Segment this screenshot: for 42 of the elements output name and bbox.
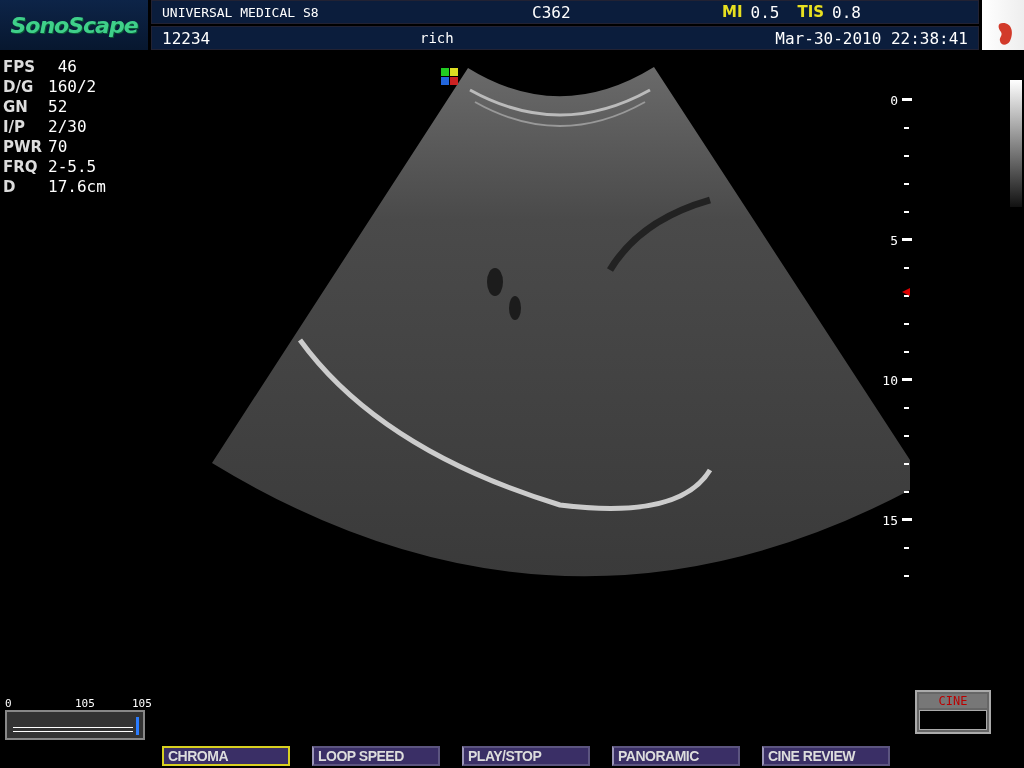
- parameter-value: 17.6cm: [48, 178, 106, 196]
- parameter-label: D/G: [3, 78, 35, 96]
- softkey-button[interactable]: CINE REVIEW: [762, 746, 890, 766]
- parameter-label: I/P: [3, 118, 27, 136]
- tis-value: 0.8: [832, 2, 861, 22]
- parameter-value: 160/2: [48, 78, 98, 96]
- operator-name: rich: [420, 30, 455, 46]
- probe-name: C362: [532, 2, 572, 22]
- softkey-button[interactable]: LOOP SPEED: [312, 746, 440, 766]
- depth-label: 5: [890, 233, 898, 248]
- slider-scale-label: 105: [132, 698, 152, 710]
- cine-display: [919, 710, 987, 730]
- focus-marker-icon: [902, 288, 910, 296]
- depth-label: 0: [890, 93, 898, 108]
- parameter-label: GN: [3, 98, 29, 116]
- depth-label: 10: [882, 373, 898, 388]
- depth-label: 15: [882, 513, 898, 528]
- softkey-button[interactable]: PANORAMIC: [612, 746, 740, 766]
- slider-scale-label: 105: [75, 698, 95, 710]
- parameter-value: 2-5.5: [48, 158, 98, 176]
- parameter-value: 46: [56, 58, 78, 76]
- parameter-label: D: [3, 178, 17, 196]
- parameter-label: FPS: [3, 58, 37, 76]
- parameter-label: PWR: [3, 138, 44, 156]
- parameter-value: 70: [48, 138, 69, 156]
- cine-label: CINE: [919, 694, 987, 708]
- parameter-value: 52: [48, 98, 69, 116]
- slider-scale-label: 0: [5, 698, 12, 710]
- mi-label: MI: [722, 3, 743, 21]
- date-time: Mar-30-2010 22:38:41: [774, 28, 968, 48]
- parameter-value: 2/30: [48, 118, 88, 136]
- patient-id: 12234: [162, 28, 212, 48]
- probe-orientation-icon: [441, 68, 458, 85]
- parameter-label: FRQ: [3, 158, 39, 176]
- softkey-button[interactable]: PLAY/STOP: [462, 746, 590, 766]
- system-name: UNIVERSAL MEDICAL S8: [162, 4, 320, 20]
- brand-logo: SonoScape: [0, 0, 148, 50]
- mi-value: 0.5: [750, 2, 780, 22]
- slider-thumb[interactable]: [136, 717, 139, 735]
- softkey-button[interactable]: CHROMA: [162, 746, 290, 766]
- tis-label: TIS: [797, 3, 825, 21]
- slider-track[interactable]: [5, 710, 145, 740]
